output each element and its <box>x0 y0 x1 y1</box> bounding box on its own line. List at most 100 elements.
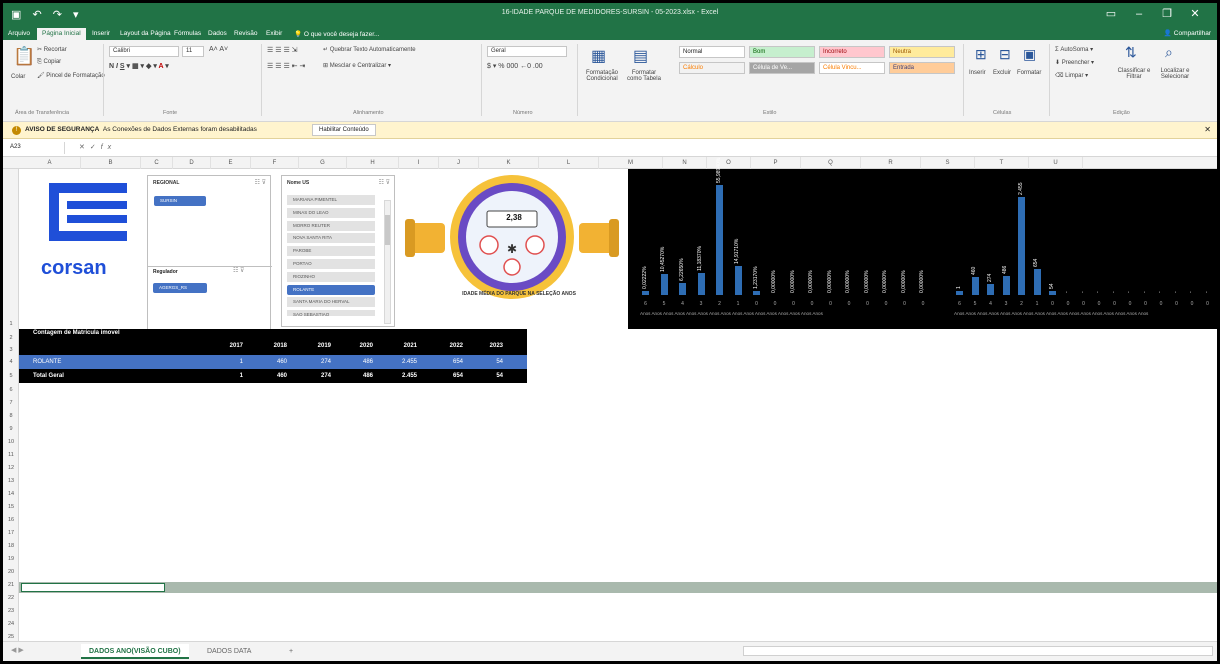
slicer-item-nova-santa-rita[interactable]: NOVA SANTA RITA <box>287 233 375 244</box>
row-header[interactable]: 7 <box>3 400 19 406</box>
chart-bar[interactable] <box>716 185 723 295</box>
share-button[interactable]: 👤 Compartilhar <box>1164 29 1211 37</box>
row-header[interactable]: 8 <box>3 413 19 419</box>
format-cells-button[interactable]: Formatar <box>1017 70 1041 76</box>
horizontal-scrollbar[interactable] <box>743 646 1213 656</box>
slicer-item-sursin[interactable]: SURSIN <box>154 196 206 206</box>
row-header[interactable]: 14 <box>3 491 19 497</box>
row-header[interactable]: 2 <box>3 335 19 341</box>
font-size-select[interactable]: 11 <box>182 46 204 57</box>
format-table-icon[interactable]: ▤ <box>633 46 648 66</box>
slicer-multiselect-icon[interactable]: ☷ ⊽ <box>233 267 244 274</box>
table-cell[interactable]: 274 <box>295 369 331 383</box>
row-header[interactable]: 13 <box>3 478 19 484</box>
slicer-item-minas-do-leao[interactable]: MINAS DO LEAO <box>287 207 375 218</box>
row-header[interactable]: 4 <box>3 359 19 365</box>
column-header[interactable]: O <box>707 157 751 169</box>
row-header[interactable]: 20 <box>3 569 19 575</box>
chart-bar[interactable] <box>1033 268 1041 295</box>
row-header[interactable]: 17 <box>3 530 19 536</box>
row-header[interactable]: 24 <box>3 621 19 627</box>
chart-bar[interactable] <box>1018 197 1025 295</box>
cell-style-item[interactable]: Entrada <box>889 62 955 74</box>
close-icon[interactable]: ✕ <box>1204 125 1211 134</box>
minimize-icon[interactable]: – <box>1125 8 1153 20</box>
worksheet-grid[interactable]: CORSAN REGIONAL ☷ ⊽ SURSIN REGIONAL Regu… <box>19 158 1217 641</box>
column-header[interactable]: T <box>975 157 1029 169</box>
column-header[interactable]: F <box>251 157 299 169</box>
font-grow-shrink-buttons[interactable]: A˄ A˅ <box>209 46 228 53</box>
column-header[interactable]: P <box>751 157 801 169</box>
column-header[interactable]: M <box>599 157 663 169</box>
row-header[interactable]: 9 <box>3 426 19 432</box>
number-format-select[interactable]: Geral <box>487 46 567 57</box>
column-header[interactable]: Q <box>801 157 861 169</box>
column-header[interactable]: S <box>921 157 975 169</box>
align-horizontal-buttons[interactable]: ☰ ☰ ☰ ⇤ ⇥ <box>267 62 305 70</box>
row-header[interactable]: 11 <box>3 452 19 458</box>
sort-filter-button[interactable]: Classificar e Filtrar <box>1115 68 1153 80</box>
chart-bar[interactable] <box>679 282 686 295</box>
row-header[interactable]: 23 <box>3 608 19 614</box>
delete-cells-button[interactable]: Excluir <box>993 70 1011 76</box>
table-cell[interactable]: 54 <box>467 355 503 369</box>
chart-bar[interactable] <box>642 291 649 295</box>
row-header[interactable]: 1 <box>3 321 19 327</box>
column-header[interactable]: R <box>861 157 921 169</box>
row-header[interactable]: 19 <box>3 556 19 562</box>
table-cell[interactable]: 486 <box>337 355 373 369</box>
align-top-buttons[interactable]: ☰ ☰ ☰ ⇲ <box>267 46 298 54</box>
table-cell[interactable]: 654 <box>427 369 463 383</box>
chart-bar[interactable] <box>987 284 994 295</box>
format-painter-button[interactable]: 🖌 Pincel de Formatação <box>37 72 105 79</box>
chart-bar[interactable] <box>734 265 742 295</box>
slicer-item-sao-sebastiao[interactable]: SAO SEBASTIAO <box>287 310 375 317</box>
slicer-item-portao[interactable]: PORTAO <box>287 259 375 269</box>
column-header[interactable]: H <box>347 157 399 169</box>
slicer-multiselect-icon[interactable]: ☷ ⊽ <box>379 179 390 186</box>
chart-bar[interactable] <box>1049 291 1056 295</box>
row-header[interactable]: 3 <box>3 347 19 353</box>
column-header[interactable]: G <box>299 157 347 169</box>
tab-layout[interactable]: Layout da Página <box>115 28 176 40</box>
column-header[interactable]: L <box>539 157 599 169</box>
tab-pagina-inicial[interactable]: Página Inicial <box>37 28 86 40</box>
conditional-format-icon[interactable]: ▦ <box>591 46 606 66</box>
slicer-scrollbar[interactable] <box>384 200 391 324</box>
bold-italic-underline-buttons[interactable]: N I S ▾ ▦ ▾ ◆ ▾ A ▾ <box>109 62 169 70</box>
cell-style-item[interactable]: Neutra <box>889 46 955 58</box>
scrollbar-thumb[interactable] <box>385 215 390 245</box>
ribbon-display-icon[interactable]: ▭ <box>1097 7 1125 20</box>
conditional-format-button[interactable]: Formatação Condicional <box>583 70 621 82</box>
row-header[interactable]: 25 <box>3 634 19 640</box>
row-header[interactable]: 22 <box>3 595 19 601</box>
cell-style-item[interactable]: Normal <box>679 46 745 58</box>
chart-bar[interactable] <box>697 273 705 295</box>
fill-button[interactable]: ⬇ Preencher ▾ <box>1055 59 1094 66</box>
active-cell[interactable] <box>21 583 165 592</box>
chart-bar[interactable] <box>956 291 963 295</box>
row-header[interactable]: 15 <box>3 504 19 510</box>
autosum-button[interactable]: Σ AutoSoma ▾ <box>1055 46 1093 53</box>
cut-button[interactable]: ✂ Recortar <box>37 46 67 53</box>
sheet-tab-dados-data[interactable]: DADOS DATA <box>199 644 259 659</box>
cell-style-item[interactable]: Cálculo <box>679 62 745 74</box>
tab-formulas[interactable]: Fórmulas <box>169 28 206 40</box>
column-header[interactable]: J <box>439 157 479 169</box>
table-cell[interactable]: 1 <box>207 369 243 383</box>
insert-cells-icon[interactable]: ⊞ <box>975 46 987 63</box>
number-format-buttons[interactable]: $ ▾ % 000 ←0 .00 <box>487 62 543 70</box>
chart-count-by-age[interactable]: 1 6 460 5 274 4 486 3 2.455 2 654 1 54 0 - 0 - 0 - 0 - 0 - 0 - 0 -… <box>940 169 1217 329</box>
find-select-button[interactable]: Localizar e Selecionar <box>1155 68 1195 80</box>
slicer-item-mariana-pimentel[interactable]: MARIANA PIMENTEL <box>287 195 375 205</box>
table-cell[interactable]: 460 <box>251 355 287 369</box>
row-header[interactable]: 12 <box>3 465 19 471</box>
slicer-item-agergs[interactable]: AGERGS_RS <box>153 283 207 293</box>
name-box[interactable]: A23 <box>7 142 65 154</box>
table-cell[interactable]: 486 <box>337 369 373 383</box>
column-header[interactable]: E <box>211 157 251 169</box>
row-header[interactable]: 21 <box>3 582 19 588</box>
close-icon[interactable]: ✕ <box>1181 7 1209 20</box>
slicer-regional[interactable]: REGIONAL ☷ ⊽ SURSIN REGIONAL <box>147 175 272 333</box>
maximize-icon[interactable]: ❐ <box>1153 7 1181 20</box>
